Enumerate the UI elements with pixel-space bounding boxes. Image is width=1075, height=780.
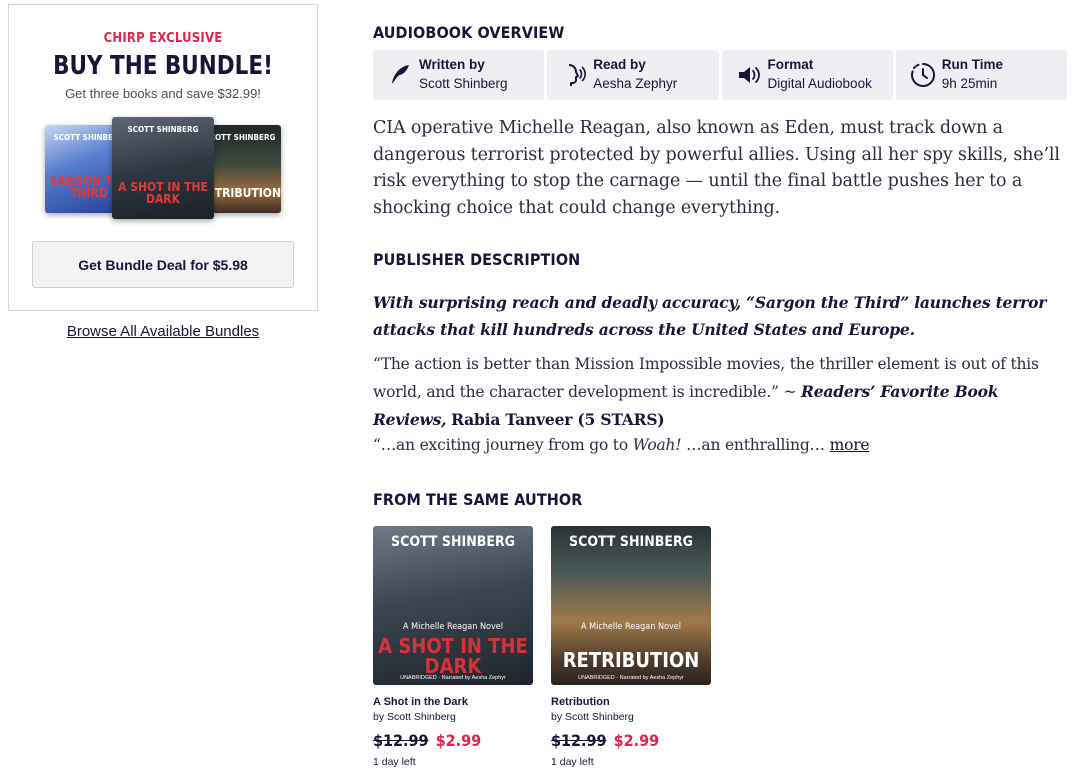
audiobook-summary: CIA operative Michelle Reagan, also know… — [373, 118, 1060, 218]
quote-rater: Rabia Tanveer (5 STARS) — [451, 410, 665, 429]
sale-price: $2.99 — [613, 731, 660, 750]
read-by-tile: Read by Aesha Zephyr — [547, 50, 719, 100]
book-author: by Scott Shinberg — [373, 711, 456, 723]
tile-value: Digital Audiobook — [767, 76, 872, 91]
book-card[interactable]: SCOTT SHINBERG A Michelle Reagan Novel R… — [551, 526, 711, 768]
tail-prefix: “…an exciting journey from go to — [373, 436, 628, 454]
tile-label: Run Time — [941, 57, 1004, 72]
publisher-tail: “…an exciting journey from go to Woah! …… — [373, 432, 1063, 459]
quill-icon — [391, 65, 409, 86]
browse-bundles-link[interactable]: Browse All Available Bundles — [8, 323, 318, 340]
book-price: $12.99 $2.99 — [551, 731, 711, 750]
cover-series: A Michelle Reagan Novel — [403, 622, 503, 632]
time-left: 1 day left — [373, 756, 416, 768]
cover-title: A SHOT IN THE DARK — [378, 634, 528, 678]
sale-price: $2.99 — [435, 731, 482, 750]
cover-series: A Michelle Reagan Novel — [581, 622, 681, 632]
format-tile: Format Digital Audiobook — [721, 50, 893, 100]
same-author-heading: FROM THE SAME AUTHOR — [373, 490, 583, 509]
old-price: $12.99 — [551, 731, 607, 750]
tile-label: Written by — [419, 57, 485, 72]
tile-value: 9h 25min — [941, 76, 998, 91]
book-price: $12.99 $2.99 — [373, 731, 533, 750]
cover-author: SCOTT SHINBERG — [127, 125, 199, 134]
overview-info-row: Written by Scott Shinberg Read by Aesha … — [373, 50, 1067, 100]
bundle-title: BUY THE BUNDLE! — [53, 51, 273, 81]
get-bundle-button[interactable]: Get Bundle Deal for $5.98 — [32, 241, 294, 288]
book-author: by Scott Shinberg — [551, 711, 634, 723]
time-left: 1 day left — [551, 756, 594, 768]
tile-value: Aesha Zephyr — [593, 76, 678, 91]
cover-title: RETRIBUTION — [562, 648, 700, 672]
cover-credit: UNABRIDGED · Narrated by Aesha Zephyr — [578, 675, 684, 681]
tail-italic: Woah! — [632, 436, 682, 454]
cover-author: SCOTT SHINBERG — [569, 534, 693, 550]
written-by-tile: Written by Scott Shinberg — [373, 50, 545, 100]
clock-icon — [910, 62, 935, 87]
run-time-tile: Run Time 9h 25min — [895, 50, 1067, 100]
speaker-icon — [738, 67, 760, 83]
tile-label: Format — [767, 57, 814, 72]
more-link[interactable]: more — [830, 436, 870, 454]
cover-title: A SHOT IN THE DARK — [118, 180, 208, 206]
cover-author: SCOTT SHINBERG — [391, 534, 515, 550]
book-card[interactable]: SCOTT SHINBERG A Michelle Reagan Novel A… — [373, 526, 533, 768]
cover-credit: UNABRIDGED · Narrated by Aesha Zephyr — [400, 675, 506, 681]
narrator-icon — [569, 64, 587, 86]
overview-heading: AUDIOBOOK OVERVIEW — [373, 23, 565, 42]
tail-suffix: …an enthralling… — [686, 436, 825, 454]
book-cover[interactable]: SCOTT SHINBERG A Michelle Reagan Novel R… — [551, 526, 711, 685]
bundle-cover-shot-in-the-dark[interactable]: SCOTT SHINBERG A SHOT IN THE DARK — [112, 117, 214, 219]
bundle-card: CHIRP EXCLUSIVE BUY THE BUNDLE! Get thre… — [8, 4, 318, 311]
bundle-subtitle: Get three books and save $32.99! — [65, 86, 261, 101]
publisher-quote: “The action is better than Mission Impos… — [373, 351, 1063, 434]
old-price: $12.99 — [373, 731, 429, 750]
bundle-covers: SCOTT SHINBERG SARGON THE THIRD SCOTT SH… — [9, 115, 317, 225]
book-cover[interactable]: SCOTT SHINBERG A Michelle Reagan Novel A… — [373, 526, 533, 685]
book-title[interactable]: Retribution — [551, 696, 711, 708]
book-title[interactable]: A Shot in the Dark — [373, 696, 533, 708]
tile-value: Scott Shinberg — [419, 76, 508, 91]
publisher-heading: PUBLISHER DESCRIPTION — [373, 250, 581, 269]
tile-label: Read by — [593, 57, 646, 72]
bundle-eyebrow: CHIRP EXCLUSIVE — [103, 31, 223, 46]
publisher-lead: With surprising reach and deadly accurac… — [373, 293, 1047, 339]
